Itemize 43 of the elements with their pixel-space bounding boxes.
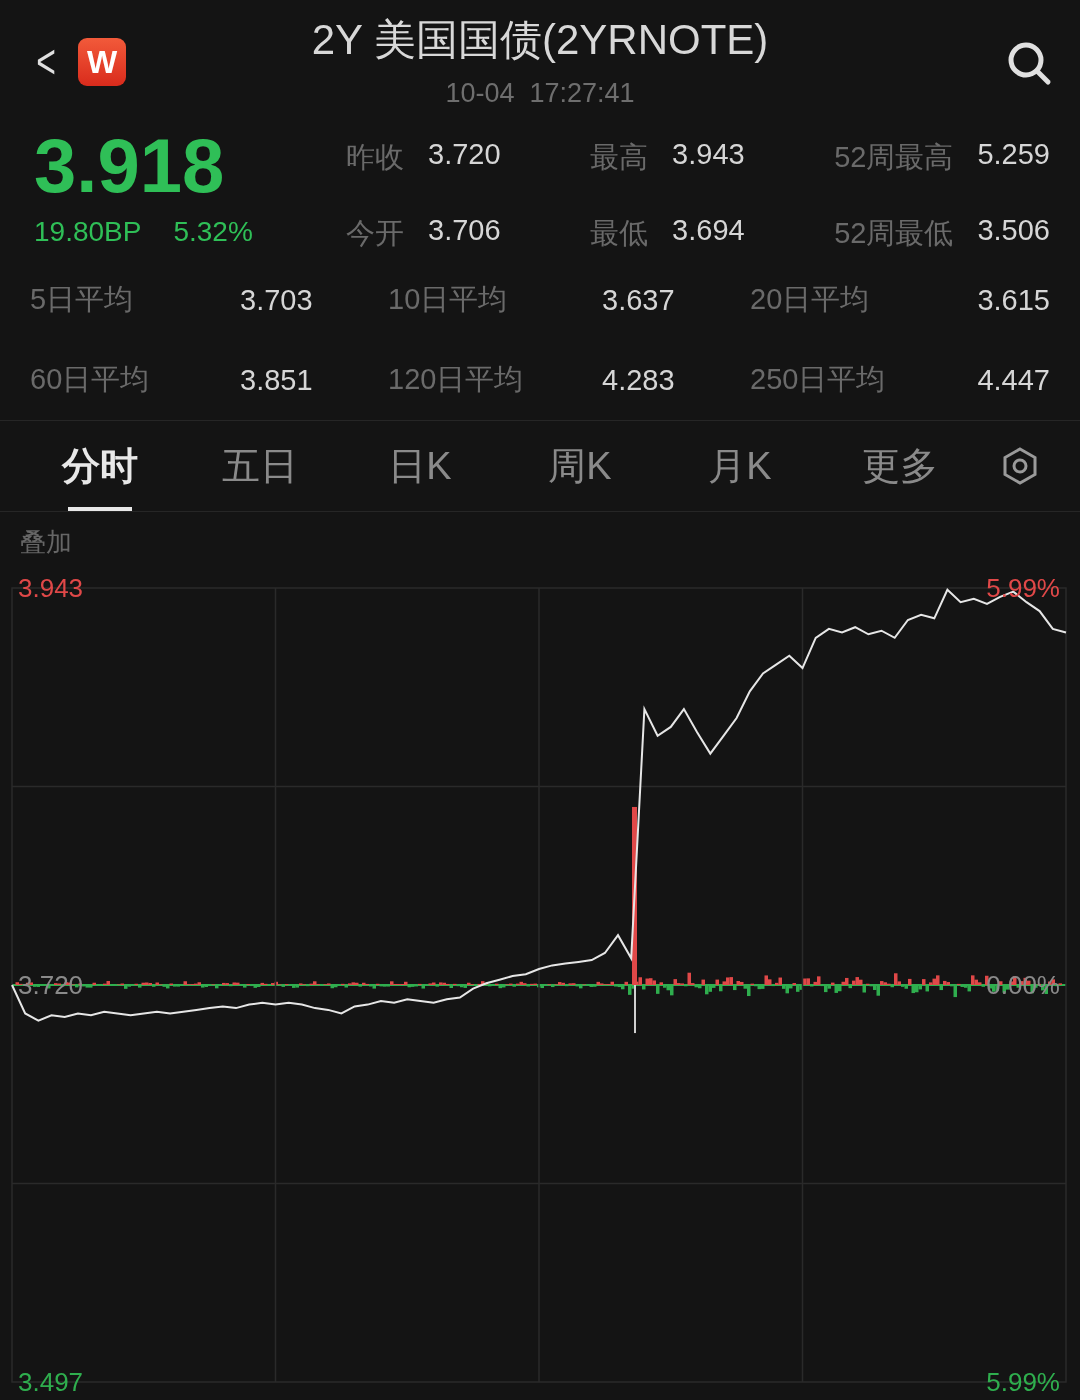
back-button[interactable]: < — [36, 38, 56, 86]
average-label: 250日平均 — [750, 362, 887, 397]
stat-label: 最高 — [590, 140, 649, 175]
average-value: 4.447 — [977, 363, 1050, 397]
stat-label: 最低 — [590, 216, 649, 251]
y-axis-label: 3.943 — [17, 573, 85, 603]
timestamp: 10-04 17:27:41 — [445, 78, 635, 109]
stat-label: 52周最低 — [834, 216, 954, 251]
stat-value: 3.943 — [672, 138, 746, 172]
average-value: 3.703 — [240, 283, 313, 317]
stat-value: 5.259 — [977, 138, 1050, 172]
chart-tab[interactable]: 分时 — [20, 421, 180, 511]
stat-value: 3.720 — [428, 138, 502, 172]
chart-tab[interactable]: 周K — [500, 421, 660, 511]
average-value: 3.851 — [240, 363, 313, 397]
y-axis-label: 3.497 — [17, 1367, 85, 1397]
average-label: 120日平均 — [388, 362, 525, 397]
stat-value: 3.506 — [977, 214, 1050, 248]
app-logo: W — [78, 38, 127, 86]
stat-label: 昨收 — [346, 140, 404, 175]
change-percent: 5.32% — [173, 216, 253, 248]
percent-axis-label: 5.99% — [985, 1367, 1061, 1397]
average-label: 60日平均 — [30, 362, 151, 397]
current-price: 3.918 — [34, 128, 226, 204]
stat-value: 3.694 — [672, 214, 746, 248]
chart-tab[interactable]: 五日 — [180, 421, 340, 511]
average-label: 5日平均 — [30, 282, 135, 317]
change-points: 19.80BP — [34, 216, 142, 248]
chart-tab[interactable]: 更多 — [820, 421, 980, 511]
chart-tab[interactable]: 月K — [660, 421, 820, 511]
average-label: 20日平均 — [750, 282, 871, 317]
average-label: 10日平均 — [388, 282, 509, 317]
overlay-label[interactable]: 叠加 — [20, 524, 72, 560]
search-icon[interactable] — [1006, 40, 1052, 86]
average-value: 4.283 — [602, 363, 675, 397]
instrument-title: 2Y 美国国债(2YRNOTE) — [311, 15, 769, 65]
average-value: 3.615 — [977, 283, 1050, 317]
stat-label: 今开 — [346, 216, 404, 251]
percent-axis-label: 5.99% — [985, 573, 1061, 603]
stat-label: 52周最高 — [834, 140, 954, 175]
average-value: 3.637 — [602, 283, 675, 317]
chart-tab[interactable]: 日K — [340, 421, 500, 511]
stat-value: 3.706 — [428, 214, 502, 248]
